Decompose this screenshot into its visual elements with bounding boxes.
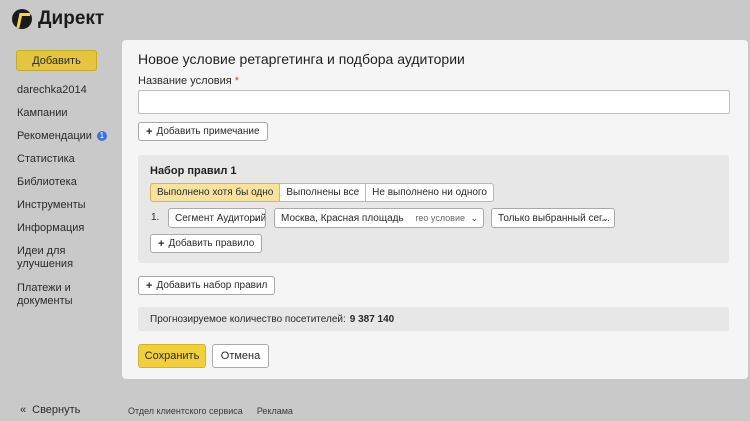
mode-all[interactable]: Выполнены все xyxy=(279,183,367,202)
double-chevron-left-icon: « xyxy=(20,404,27,416)
yandex-direct-logo-icon xyxy=(12,9,32,29)
plus-icon: + xyxy=(146,279,153,292)
ruleset-title: Набор правил 1 xyxy=(150,165,237,177)
sidebar-item-recommendations[interactable]: Рекомендации 1 xyxy=(17,130,107,153)
cancel-button[interactable]: Отмена xyxy=(212,344,269,368)
segment-hint: гео условие xyxy=(415,213,465,223)
chevron-down-icon: ⌄ xyxy=(601,213,609,223)
forecast-label: Прогнозируемое количество посетителей: xyxy=(150,313,346,325)
sidebar-item-payments[interactable]: Платежи и документы xyxy=(17,282,97,319)
chevron-down-icon: ⌄ xyxy=(470,213,478,223)
sidebar-item-campaigns[interactable]: Кампании xyxy=(17,107,107,130)
visitor-forecast: Прогнозируемое количество посетителей: 9… xyxy=(138,307,729,331)
ruleset-card: Набор правил 1 Выполнено хотя бы одно Вы… xyxy=(138,155,729,263)
footer-link-client-service[interactable]: Отдел клиентского сервиса xyxy=(128,406,243,416)
sidebar-item-statistics[interactable]: Статистика xyxy=(17,153,107,176)
required-mark: * xyxy=(234,75,240,87)
condition-name-input[interactable] xyxy=(138,90,730,114)
retargeting-form-panel: Новое условие ретаргетинга и подбора ауд… xyxy=(122,40,748,379)
rule-type-dropdown[interactable]: Сегмент Аудиторий ⌄ xyxy=(168,208,266,228)
chevron-down-icon: ⌄ xyxy=(252,213,260,223)
sidebar-item-ideas[interactable]: Идеи для улучшения xyxy=(17,245,87,282)
add-note-button[interactable]: + Добавить примечание xyxy=(138,122,268,141)
add-button[interactable]: Добавить xyxy=(16,50,97,71)
sidebar-item-account[interactable]: darechka2014 xyxy=(17,84,107,107)
sidebar-item-tools[interactable]: Инструменты xyxy=(17,199,107,222)
forecast-value: 9 387 140 xyxy=(349,313,395,325)
segment-filter-dropdown[interactable]: Только выбранный сег... ⌄ xyxy=(491,208,615,228)
save-button[interactable]: Сохранить xyxy=(138,344,206,368)
mode-none[interactable]: Не выполнено ни одного xyxy=(365,183,494,202)
sidebar-item-label: Рекомендации xyxy=(17,130,92,142)
plus-icon: + xyxy=(146,125,153,138)
sidebar-nav: darechka2014 Кампании Рекомендации 1 Ста… xyxy=(17,84,107,319)
footer: Отдел клиентского сервиса Реклама xyxy=(128,406,293,416)
segment-dropdown[interactable]: Москва, Красная площадь гео условие ⌄ xyxy=(274,208,484,228)
collapse-sidebar-button[interactable]: « Свернуть xyxy=(20,404,80,416)
collapse-label: Свернуть xyxy=(32,404,81,416)
footer-link-advertising[interactable]: Реклама xyxy=(257,406,293,416)
ruleset-mode-selector: Выполнено хотя бы одно Выполнены все Не … xyxy=(150,183,494,202)
app-title: Директ xyxy=(38,8,105,29)
sidebar-item-information[interactable]: Информация xyxy=(17,222,107,245)
page-title: Новое условие ретаргетинга и подбора ауд… xyxy=(138,51,465,67)
logo[interactable]: Директ xyxy=(12,8,104,30)
condition-name-label: Название условия * xyxy=(138,75,240,87)
sidebar-item-library[interactable]: Библиотека xyxy=(17,176,107,199)
add-rule-button[interactable]: + Добавить правило xyxy=(150,234,263,253)
add-ruleset-button[interactable]: + Добавить набор правил xyxy=(138,276,276,295)
sidebar: Добавить darechka2014 Кампании Рекоменда… xyxy=(0,40,118,421)
plus-icon: + xyxy=(158,237,165,250)
rule-number: 1. xyxy=(151,212,160,223)
notification-badge: 1 xyxy=(96,131,107,141)
mode-any[interactable]: Выполнено хотя бы одно xyxy=(150,183,281,202)
